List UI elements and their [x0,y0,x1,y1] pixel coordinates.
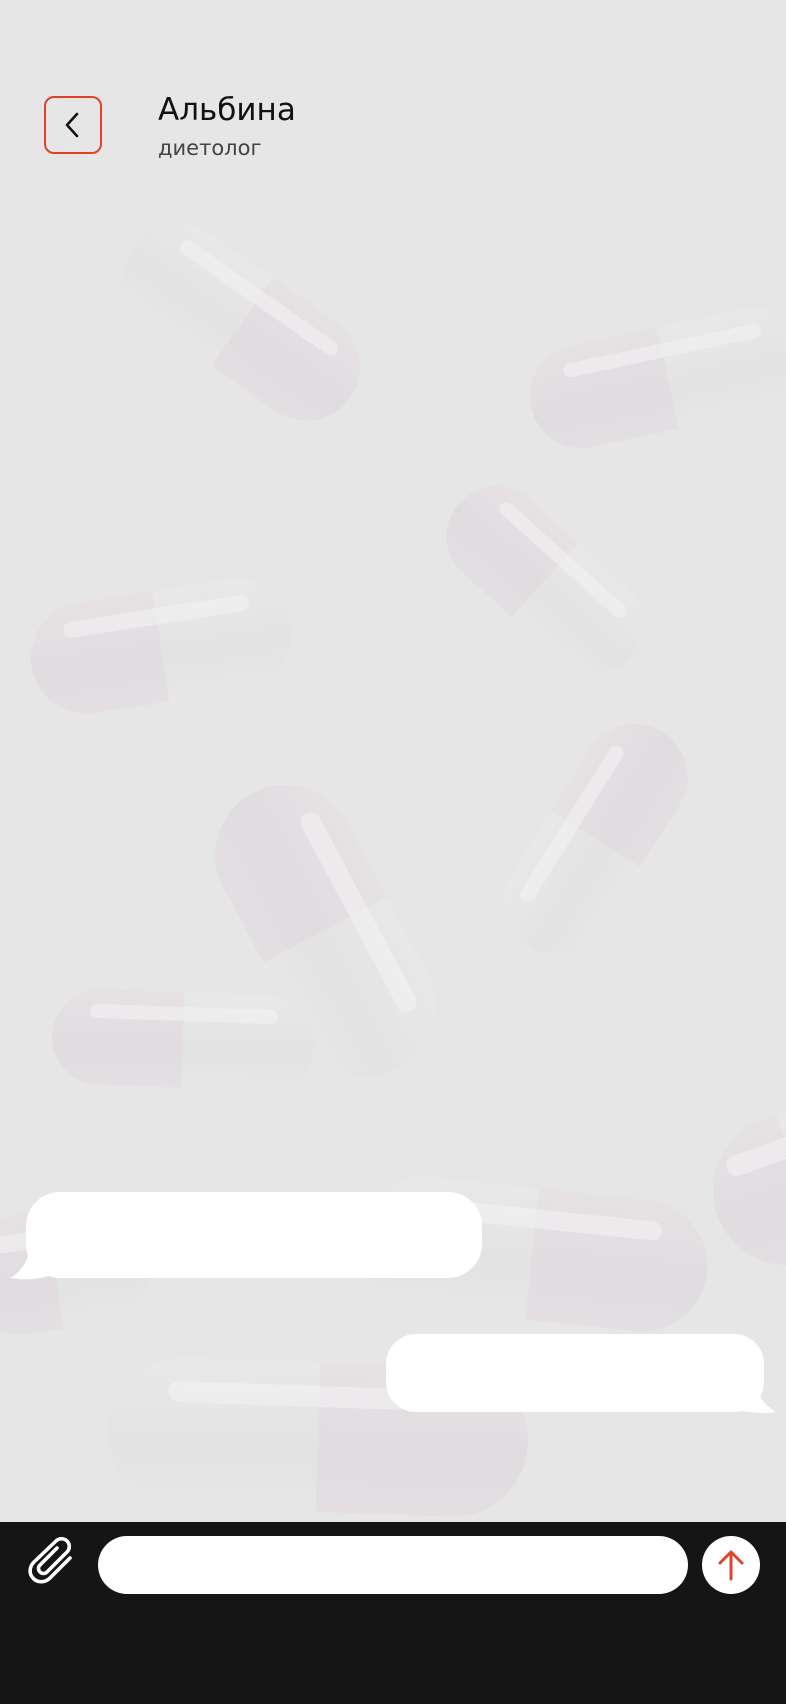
pill-decoration [50,987,316,1093]
back-button[interactable] [44,96,102,154]
background-pattern [0,0,786,1522]
outgoing-bubble-tail [734,1372,776,1413]
outgoing-message-bubble [386,1334,764,1412]
message-input[interactable] [98,1536,688,1594]
send-button[interactable] [702,1536,760,1594]
contact-name: Альбина [158,92,296,128]
pill-decoration [426,465,664,695]
pill-decoration [520,298,786,458]
arrow-up-icon [718,1550,744,1581]
attach-button[interactable] [26,1536,84,1594]
incoming-message-bubble [26,1192,482,1278]
pill-decoration [102,202,382,442]
pill-decoration [484,704,708,974]
pill-decoration [22,570,300,722]
contact-role: диетолог [158,136,262,160]
paperclip-icon [28,1536,72,1584]
chevron-left-icon [65,112,79,138]
incoming-bubble-tail [10,1238,48,1280]
chat-header: Альбина диетолог [0,0,786,200]
